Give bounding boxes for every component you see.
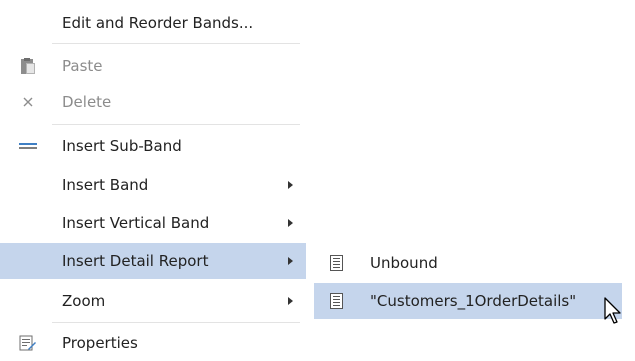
menu-item-label: Delete — [62, 93, 112, 111]
detail-report-submenu: Unbound "Customers_1OrderDetails" — [306, 243, 629, 325]
menu-item-insert-sub-band[interactable]: Insert Sub-Band — [0, 128, 306, 164]
menu-item-label: Zoom — [62, 292, 106, 310]
menu-item-insert-vertical-band[interactable]: Insert Vertical Band — [0, 205, 306, 241]
menu-separator — [52, 43, 300, 44]
properties-icon — [19, 335, 37, 351]
sub-band-icon — [19, 138, 37, 154]
paste-icon — [19, 58, 37, 74]
menu-item-edit-reorder-bands[interactable]: Edit and Reorder Bands... — [0, 5, 306, 41]
menu-item-delete[interactable]: Delete — [0, 84, 306, 120]
submenu-item-customers-orderdetails[interactable]: "Customers_1OrderDetails" — [314, 283, 622, 319]
report-icon — [330, 293, 344, 309]
chevron-right-icon — [288, 297, 293, 305]
context-menu: Edit and Reorder Bands... Paste Delete I… — [0, 0, 306, 361]
menu-separator — [52, 322, 300, 323]
submenu-item-unbound[interactable]: Unbound — [314, 245, 622, 281]
report-icon — [330, 255, 344, 271]
mouse-pointer-icon — [604, 297, 624, 327]
submenu-item-label: Unbound — [370, 254, 438, 272]
menu-item-insert-band[interactable]: Insert Band — [0, 167, 306, 203]
chevron-right-icon — [288, 257, 293, 265]
menu-item-label: Insert Band — [62, 176, 149, 194]
submenu-item-label: "Customers_1OrderDetails" — [370, 292, 577, 310]
close-icon — [19, 94, 37, 110]
chevron-right-icon — [288, 219, 293, 227]
menu-item-label: Paste — [62, 57, 103, 75]
menu-item-properties[interactable]: Properties — [0, 325, 306, 361]
menu-item-label: Insert Sub-Band — [62, 137, 182, 155]
menu-item-zoom[interactable]: Zoom — [0, 283, 306, 319]
menu-item-insert-detail-report[interactable]: Insert Detail Report — [0, 243, 306, 279]
menu-item-paste[interactable]: Paste — [0, 48, 306, 84]
chevron-right-icon — [288, 181, 293, 189]
menu-separator — [52, 124, 300, 125]
menu-item-label: Properties — [62, 334, 138, 352]
menu-item-label: Insert Detail Report — [62, 252, 209, 270]
menu-item-label: Edit and Reorder Bands... — [62, 14, 254, 32]
menu-item-label: Insert Vertical Band — [62, 214, 210, 232]
